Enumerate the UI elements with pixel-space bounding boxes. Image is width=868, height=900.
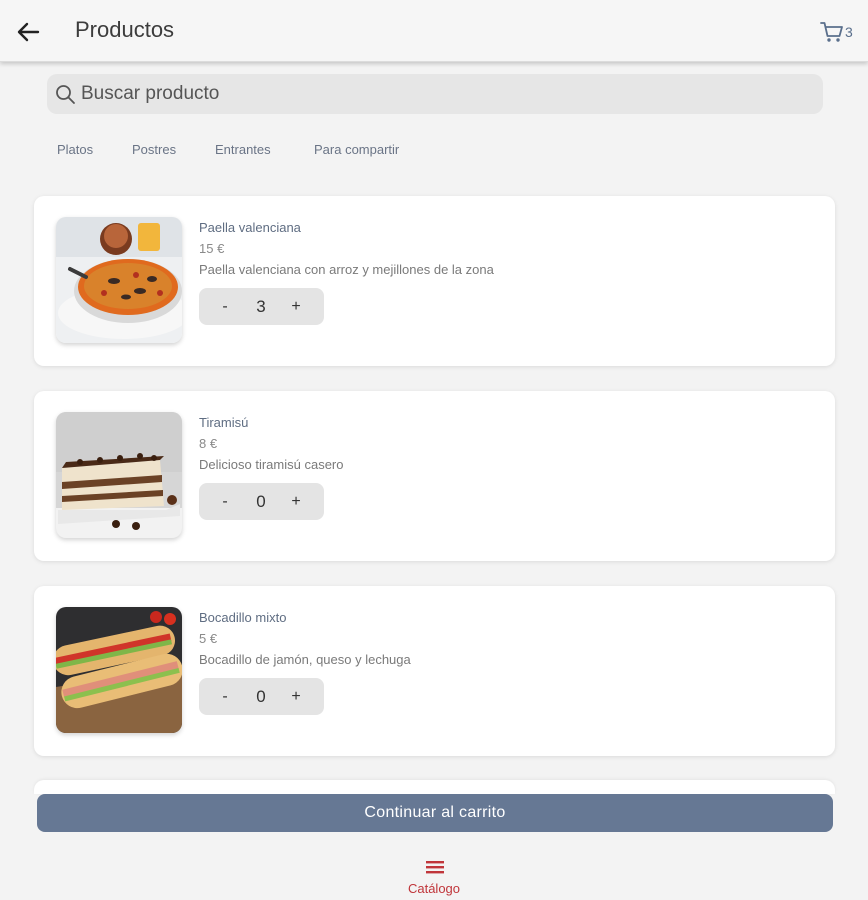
quantity-stepper: - 3 + [199,288,324,325]
product-image-paella [56,217,182,343]
cart-button[interactable]: 3 [818,19,864,45]
product-description: Delicioso tiramisú casero [199,457,344,472]
product-image-tiramisu [56,412,182,538]
search-input[interactable] [81,74,811,114]
page-title: Productos [75,17,175,42]
product-price: 8 € [199,436,218,451]
cart-count-badge: 3 [845,24,853,40]
product-card: Bocadillo mixto 5 € Bocadillo de jamón, … [34,586,835,756]
tab-postres[interactable]: Postres [132,142,176,157]
decrease-button[interactable]: - [207,288,243,325]
search-icon [56,85,75,104]
decrease-button[interactable]: - [207,678,243,715]
product-name: Bocadillo mixto [199,610,287,625]
product-name: Paella valenciana [199,220,301,235]
product-card: Tiramisú 8 € Delicioso tiramisú casero -… [34,391,835,561]
tab-platos[interactable]: Platos [57,142,93,157]
product-price: 15 € [199,241,225,256]
decrease-button[interactable]: - [207,483,243,520]
product-image-bocadillo [56,607,182,733]
quantity-value: 0 [256,687,266,706]
quantity-stepper: - 0 + [199,678,324,715]
increase-button[interactable]: + [278,288,314,325]
product-name: Tiramisú [199,415,249,430]
product-description: Paella valenciana con arroz y mejillones… [199,262,494,277]
product-price: 5 € [199,631,218,646]
product-description: Bocadillo de jamón, queso y lechuga [199,652,411,667]
increase-button[interactable]: + [278,483,314,520]
back-button[interactable] [14,18,42,46]
app-header: Productos 3 [0,0,868,62]
continue-to-cart-button[interactable]: Continuar al carrito [37,794,833,832]
arrow-left-icon [17,22,40,42]
nav-label: Catálogo [407,881,461,896]
tab-entrantes[interactable]: Entrantes [215,142,271,157]
search-bar [47,74,823,114]
product-card: Paella valenciana 15 € Paella valenciana… [34,196,835,366]
product-card-partial [34,780,835,794]
menu-icon [426,861,444,874]
tab-para-compartir[interactable]: Para compartir [314,142,399,157]
quantity-stepper: - 0 + [199,483,324,520]
quantity-value: 3 [256,297,266,316]
quantity-value: 0 [256,492,266,511]
nav-item-catalogo[interactable]: Catálogo [384,855,484,900]
increase-button[interactable]: + [278,678,314,715]
cart-icon [820,22,843,42]
